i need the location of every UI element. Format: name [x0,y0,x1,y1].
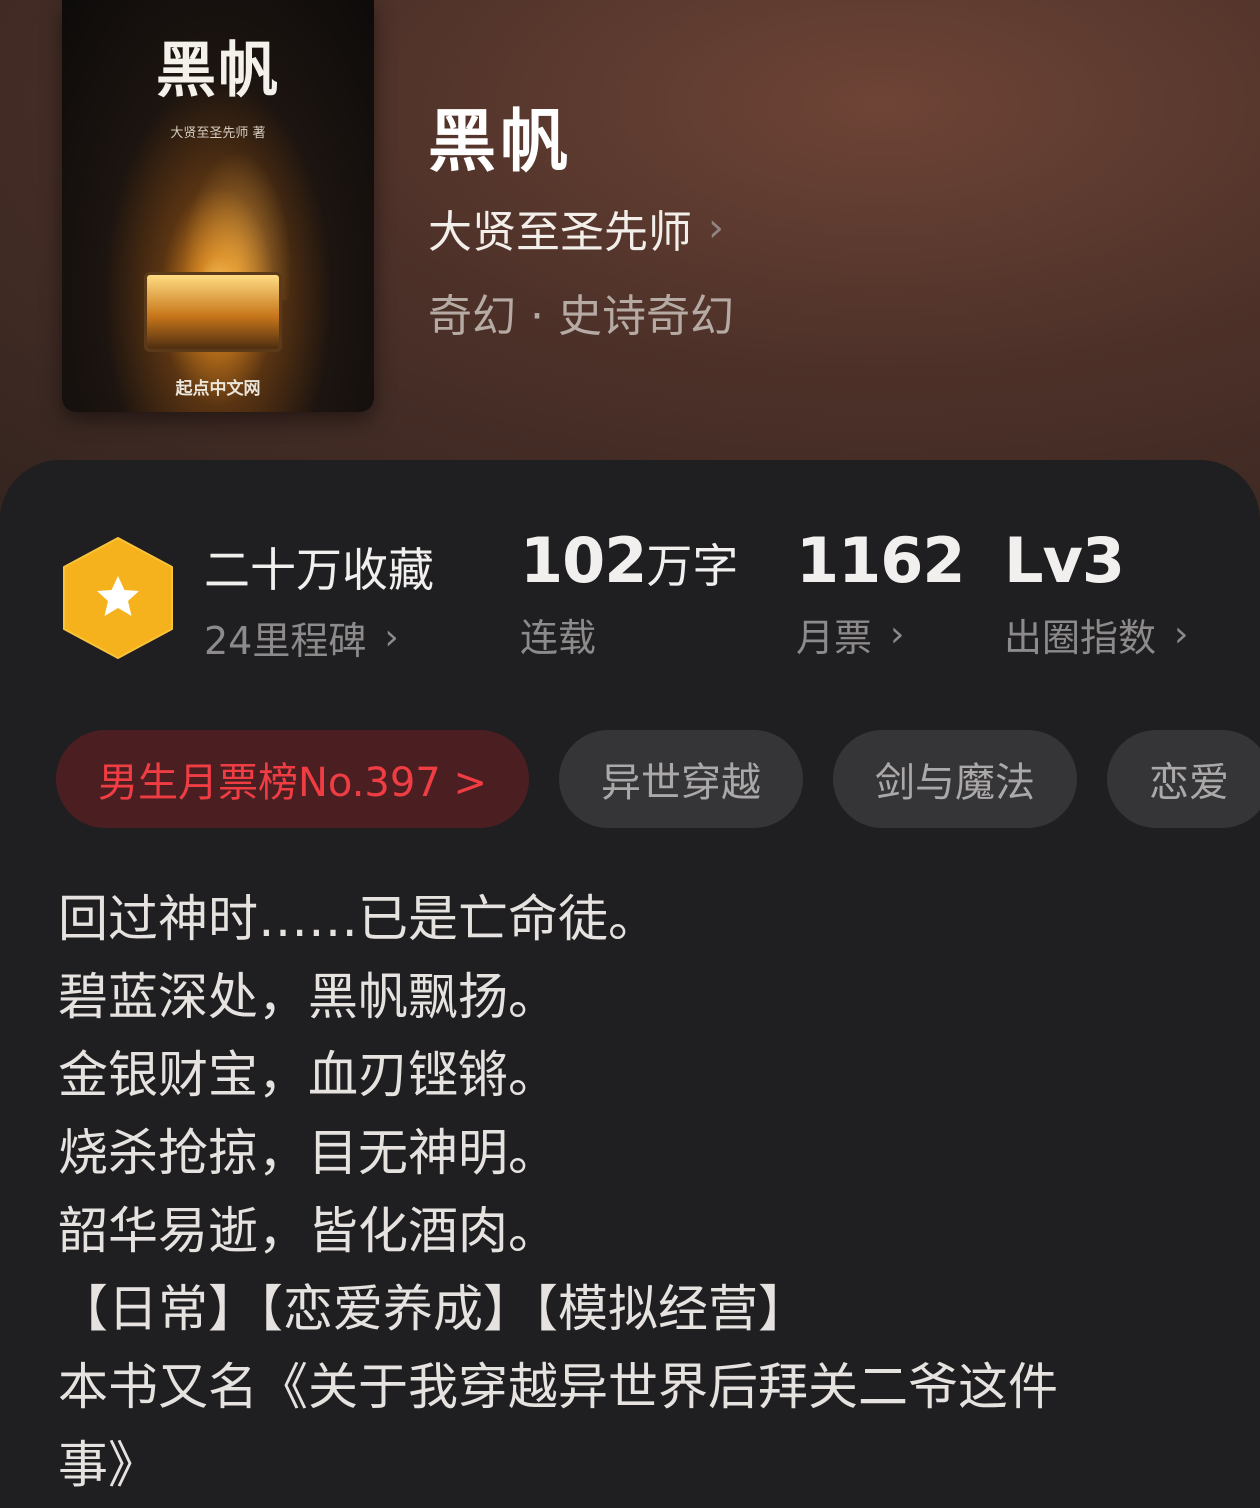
author-name: 大贤至圣先师 [428,207,692,258]
popularity-index-stat[interactable]: Lv3 出圈指数 › [1004,524,1188,662]
collection-count: 二十万收藏 [204,543,434,597]
word-count-number: 102 [520,524,647,597]
ranking-tag[interactable]: 男生月票榜No.397 > [56,730,529,828]
cover-title: 黑帆 [156,36,280,106]
cover-publisher: 起点中文网 [175,379,261,399]
chevron-right-icon: › [708,205,724,251]
synopsis-line: 本书又名《关于我穿越异世界后拜关二爷这件 [58,1358,1058,1416]
cover-author: 大贤至圣先师 著 [170,126,266,141]
tag-chip[interactable]: 异世穿越 [558,730,803,828]
word-count-unit: 万字 [646,539,739,593]
book-synopsis: 回过神时……已是亡命徒。 碧蓝深处，黑帆飘扬。 金银财宝，血刃铿锵。 烧杀抢掠，… [58,880,1208,1504]
synopsis-line: 【日常】【恋爱养成】【模拟经营】 [58,1280,808,1338]
synopsis-line: 韶华易逝，皆化酒肉。 [58,1202,558,1260]
tag-chip[interactable]: 恋爱 [1106,730,1260,828]
synopsis-line: 碧蓝深处，黑帆飘扬。 [58,968,558,1026]
star-badge-icon[interactable] [62,536,174,660]
chevron-right-icon: › [384,617,399,658]
monthly-ticket-count: 1162 [796,524,966,597]
monthly-tickets-stat[interactable]: 1162 月票 › [796,524,966,662]
popularity-level: Lv3 [1004,524,1125,597]
book-title: 黑帆 [428,102,573,182]
serial-status: 连载 [520,616,597,660]
synopsis-line: 烧杀抢掠，目无神明。 [58,1124,558,1182]
milestone-label: 24里程碑 [204,619,367,663]
synopsis-line: 金银财宝，血刃铿锵。 [58,1046,558,1104]
chevron-right-icon: › [1174,614,1189,655]
popularity-label: 出圈指数 [1004,616,1157,660]
word-count-stat: 102万字 连载 [520,524,738,662]
author-link[interactable]: 大贤至圣先师 › [428,196,724,260]
treasure-chest-art [144,272,282,352]
collection-stat[interactable]: 二十万收藏 24里程碑 › [204,534,434,665]
monthly-ticket-label: 月票 [796,616,873,660]
tag-chip[interactable]: 剑与魔法 [832,730,1077,828]
book-genre: 奇幻 · 史诗奇幻 [428,291,734,342]
chevron-right-icon: › [890,614,905,655]
synopsis-line: 回过神时……已是亡命徒。 [58,890,658,948]
synopsis-line: 事》 [58,1436,158,1494]
tag-row: 男生月票榜No.397 > 异世穿越 剑与魔法 恋爱 [56,730,1260,830]
book-cover[interactable]: 黑帆 大贤至圣先师 著 起点中文网 [62,0,374,412]
